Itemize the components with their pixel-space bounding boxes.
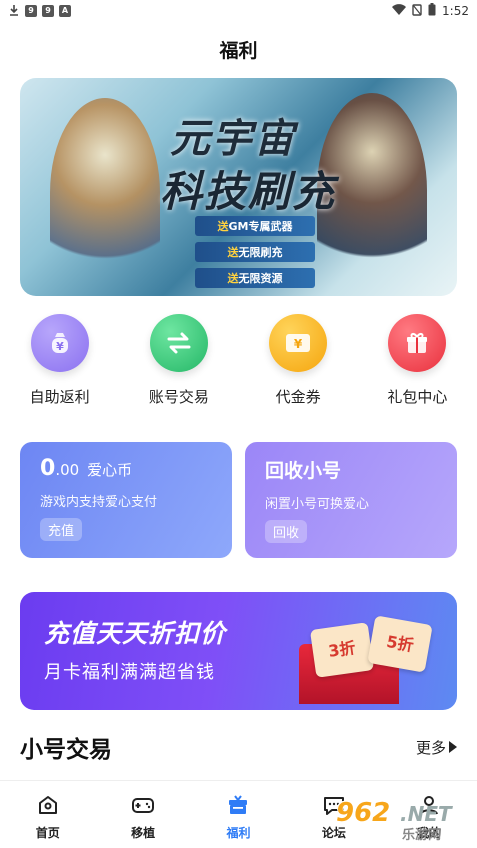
more-link[interactable]: 更多: [416, 737, 457, 758]
section-title: 小号交易: [20, 737, 112, 763]
recycle-button[interactable]: 回收: [265, 520, 308, 543]
more-label: 更多: [415, 738, 446, 757]
recycle-card-desc: 闲置小号可换爱心: [265, 497, 370, 512]
page-title: 福利: [219, 40, 258, 62]
banner-tag: 送GM专属武器: [195, 216, 315, 236]
download-icon: [8, 4, 20, 19]
tab-label: 移植: [131, 826, 156, 840]
promo-title: 充值天天折扣价: [44, 619, 227, 648]
coin-amount-dec: .00: [55, 461, 80, 479]
banner-tags: 送GM专属武器 送无限刷充 送无限资源: [195, 216, 315, 288]
no-sim-icon: [412, 3, 422, 19]
status-bar: 9 9 A 1:52: [0, 0, 477, 22]
gift-icon: [388, 314, 447, 372]
welfare-icon: [226, 793, 250, 820]
status-time: 1:52: [442, 4, 469, 18]
status-left: 9 9 A: [8, 4, 71, 19]
badge-9-icon: 9: [25, 5, 37, 17]
wifi-icon: [392, 3, 407, 19]
tab-home[interactable]: 首页: [0, 781, 95, 848]
discount-ticket: 5折: [367, 615, 433, 673]
quick-action-label: 账号交易: [148, 388, 209, 406]
battery-icon: [428, 3, 436, 19]
tab-label: 首页: [35, 826, 60, 840]
promo-subtitle: 月卡福利满满超省钱: [44, 662, 215, 683]
site-watermark: 962 .NET 乐游网: [336, 798, 476, 844]
section-header: 小号交易 更多: [20, 730, 457, 764]
watermark-cn: 乐游网: [402, 828, 442, 843]
quick-actions: ¥ 自助返利 账号交易 ¥ 代金券 礼包中心: [0, 314, 477, 407]
quick-action-rebate[interactable]: ¥ 自助返利: [0, 314, 119, 407]
quick-action-label: 代金券: [275, 388, 321, 406]
badge-a-icon: A: [59, 5, 71, 17]
banner-tag: 送无限刷充: [195, 242, 315, 262]
caret-right-icon: [449, 741, 457, 753]
swap-arrows-icon: [149, 314, 208, 372]
watermark-logo: 962: [336, 798, 391, 828]
banner-character-left: [50, 98, 160, 288]
quick-action-gift[interactable]: 礼包中心: [358, 314, 477, 407]
banner-title-line1: 元宇宙: [170, 115, 296, 162]
coupon-icon: ¥: [269, 314, 328, 372]
svg-text:¥: ¥: [294, 337, 303, 351]
banner-title-line2: 科技刷充: [160, 167, 337, 216]
tab-label: 福利: [226, 826, 251, 840]
coin-balance: 0.00 爱心币: [40, 456, 212, 481]
recharge-button[interactable]: 充值: [40, 518, 83, 541]
quick-action-voucher[interactable]: ¥ 代金券: [239, 314, 358, 407]
coin-unit: 爱心币: [87, 461, 133, 479]
home-icon: [36, 793, 60, 820]
watermark-net: .NET: [400, 802, 452, 826]
money-bag-icon: ¥: [30, 314, 89, 372]
recycle-card[interactable]: 回收小号 闲置小号可换爱心 回收: [245, 442, 457, 558]
coin-amount-int: 0: [40, 456, 56, 481]
status-right: 1:52: [392, 3, 469, 19]
quick-action-label: 礼包中心: [387, 388, 448, 406]
svg-text:¥: ¥: [56, 340, 64, 353]
tab-port[interactable]: 移植: [95, 781, 190, 848]
hero-banner[interactable]: 元宇宙 科技刷充 送GM专属武器 送无限刷充 送无限资源: [20, 78, 457, 296]
tab-welfare[interactable]: 福利: [191, 781, 286, 848]
discount-ticket: 3折: [309, 622, 375, 678]
banner-tag: 送无限资源: [195, 268, 315, 288]
recycle-card-title: 回收小号: [265, 460, 342, 482]
coin-card[interactable]: 0.00 爱心币 游戏内支持爱心支付 充值: [20, 442, 232, 558]
promo-banner[interactable]: 充值天天折扣价 月卡福利满满超省钱 3折 5折: [20, 592, 457, 710]
coin-card-desc: 游戏内支持爱心支付: [40, 495, 158, 510]
badge-9-icon: 9: [42, 5, 54, 17]
promo-gift-illustration: 3折 5折: [299, 612, 433, 704]
gamepad-icon: [131, 793, 155, 820]
quick-action-trade[interactable]: 账号交易: [119, 314, 238, 407]
quick-action-label: 自助返利: [29, 388, 90, 406]
